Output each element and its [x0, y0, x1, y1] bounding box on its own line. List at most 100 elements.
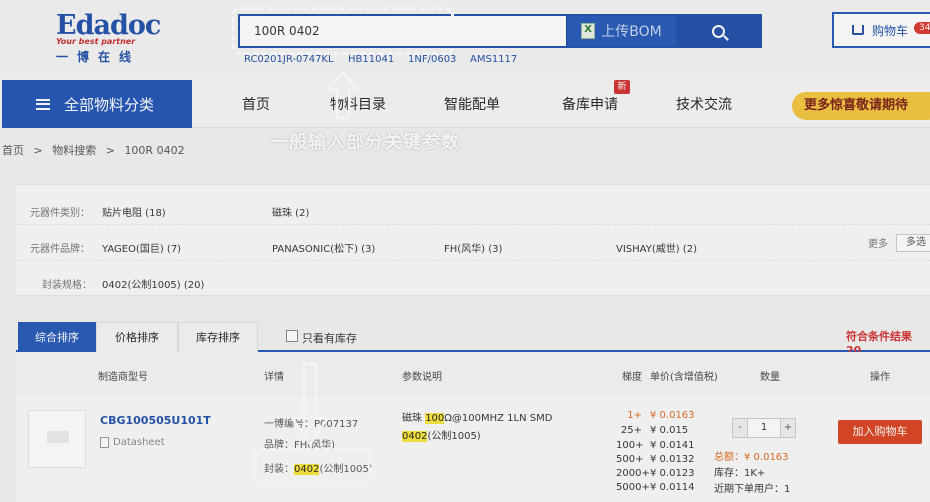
filter-option[interactable]: YAGEO(国巨) (7) [102, 240, 181, 255]
logo-brand: Edadoc [56, 10, 161, 41]
price-tier-price: ¥ 0.0132 [650, 454, 695, 465]
filter-option[interactable]: PANASONIC(松下) (3) [272, 240, 375, 255]
cart-icon [852, 25, 864, 35]
desc-highlight: 100 [425, 413, 445, 424]
logo-cn: 一博在线 [56, 50, 141, 64]
sort-tab-general[interactable]: 综合排序 [18, 322, 96, 352]
price-tier-qty: 25+ [620, 425, 642, 436]
product-description: 磁珠 100Ω@100MHZ 1LN SMD 0402(公制1005) [402, 410, 578, 446]
filter-option[interactable]: 磁珠 (2) [272, 204, 309, 219]
package-label: 封装： [264, 464, 294, 475]
in-stock-label: 只看有库存 [302, 332, 357, 345]
quantity-decrement-button[interactable]: - [733, 419, 747, 437]
price-tier-qty: 1+ [627, 410, 642, 421]
filter-option[interactable]: 贴片电阻 (18) [102, 204, 166, 219]
desc-highlight: 0402 [402, 431, 428, 442]
hot-keyword[interactable]: 1NF/0603 [408, 54, 456, 65]
breadcrumb-current: 100R 0402 [124, 144, 185, 157]
annotation-arrow-down-icon [290, 362, 330, 446]
quantity-stepper: - 1 + [732, 418, 796, 438]
breadcrumb-home[interactable]: 首页 [2, 144, 24, 157]
hot-keyword[interactable]: RC0201JR-0747KL [244, 54, 334, 65]
price-tier-price: ¥ 0.015 [650, 425, 689, 436]
price-tier-qty: 100+ [616, 440, 644, 451]
col-header: 操作 [870, 372, 890, 383]
product-image[interactable] [28, 410, 86, 468]
search-bar: 上传BOM [238, 14, 762, 48]
logo[interactable]: Edadoc Your best partner 一博在线 [56, 10, 166, 64]
multi-select-button[interactable]: 多选 [896, 234, 930, 252]
filter-option[interactable]: FH(风华) (3) [444, 240, 502, 255]
desc-text: Ω@100MHZ 1LN SMD [444, 413, 553, 424]
col-header: 参数说明 [402, 372, 442, 383]
price-tier-price: ¥ 0.0163 [650, 410, 695, 421]
table-row: CBG100505U101T Datasheet 一博编号：P007137 品牌… [16, 396, 930, 502]
filter-row-brand: 元器件品牌： YAGEO(国巨) (7) PANASONIC(松下) (3) F… [16, 225, 930, 261]
col-header: 单价(含增值税) [650, 372, 718, 383]
hot-keyword[interactable]: AMS1117 [470, 54, 517, 65]
price-tier-price: ¥ 0.0114 [650, 482, 695, 493]
col-header: 制造商型号 [98, 372, 148, 383]
sort-tab-stock[interactable]: 库存排序 [178, 322, 258, 352]
desc-text: 磁珠 [402, 413, 426, 424]
more-link[interactable]: 更多 [868, 235, 888, 250]
excel-icon [581, 23, 596, 39]
filter-row-type: 元器件类别： 贴片电阻 (18) 磁珠 (2) [16, 189, 930, 225]
price-tier-qty: 2000+ [616, 468, 650, 479]
breadcrumb-sep: > [105, 144, 115, 157]
in-stock-checkbox[interactable] [286, 330, 298, 342]
datasheet-label: Datasheet [113, 437, 165, 448]
annotation-text: 一般输入部分关键参数 [270, 132, 460, 153]
filter-option[interactable]: VISHAY(威世) (2) [616, 240, 697, 255]
table-header: 制造商型号 详情 参数说明 梯度 单价(含增值税) 数量 操作 [16, 352, 930, 396]
add-to-cart-button[interactable]: 加入购物车 [838, 420, 922, 444]
filter-panel: 元器件类别： 贴片电阻 (18) 磁珠 (2) 元器件品牌： YAGEO(国巨)… [16, 184, 930, 296]
document-icon [100, 437, 109, 448]
promo-banner[interactable]: 更多惊喜敬请期待 [792, 92, 930, 120]
annotation-arrow-up-icon [326, 70, 360, 120]
cart-label: 购物车 [872, 23, 909, 38]
search-icon [711, 24, 725, 38]
total-amount: 总额：¥ 0.0163 [714, 452, 789, 463]
price-tier-qty: 5000+ [616, 482, 650, 493]
col-header: 梯度 [622, 372, 642, 383]
price-tier-price: ¥ 0.0123 [650, 468, 695, 479]
price-tier-qty: 500+ [616, 454, 644, 465]
col-header: 数量 [760, 372, 780, 383]
upload-bom-label: 上传BOM [601, 24, 662, 40]
breadcrumb: 首页 > 物料搜索 > 100R 0402 [2, 142, 191, 158]
all-categories-button[interactable]: 全部物料分类 [2, 80, 192, 128]
cart-count-badge: 34 [914, 22, 930, 34]
nav-home[interactable]: 首页 [242, 94, 270, 114]
sort-tab-price[interactable]: 价格排序 [96, 322, 178, 352]
search-button[interactable] [676, 16, 760, 46]
filter-option[interactable]: 0402(公制1005) (20) [102, 276, 204, 291]
detail-package: 封装：0402(公制1005) [264, 460, 373, 475]
upload-bom-button[interactable]: 上传BOM [566, 16, 676, 46]
price-tier-price: ¥ 0.0141 [650, 440, 695, 451]
all-categories-label: 全部物料分类 [64, 95, 155, 114]
nav-tech-forum[interactable]: 技术交流 [676, 94, 732, 114]
menu-icon [36, 98, 50, 110]
search-input[interactable] [240, 16, 566, 46]
datasheet-link[interactable]: Datasheet [100, 437, 165, 448]
filter-type-label: 元器件类别： [30, 208, 90, 219]
col-header: 详情 [264, 372, 284, 383]
recent-buyers: 近期下单用户：1 [714, 484, 791, 495]
quantity-input[interactable]: 1 [747, 419, 781, 437]
quantity-increment-button[interactable]: + [781, 419, 795, 437]
filter-brand-label: 元器件品牌： [30, 244, 90, 255]
breadcrumb-sep: > [33, 144, 43, 157]
filter-package-label: 封装规格： [42, 280, 92, 291]
breadcrumb-search[interactable]: 物料搜索 [52, 144, 96, 157]
product-name-link[interactable]: CBG100505U101T [100, 414, 211, 427]
nav-stock-request[interactable]: 备库申请 [562, 94, 618, 114]
package-rest: (公制1005) [319, 464, 373, 475]
filter-row-package: 封装规格： 0402(公制1005) (20) [16, 261, 930, 297]
new-badge: 新 [614, 80, 630, 94]
desc-text: (公制1005) [427, 431, 481, 442]
stock-info: 库存：1K+ [714, 468, 766, 479]
nav-smart-bom[interactable]: 智能配单 [444, 94, 500, 114]
hot-keyword[interactable]: HB11041 [348, 54, 394, 65]
package-highlight: 0402 [294, 464, 320, 475]
